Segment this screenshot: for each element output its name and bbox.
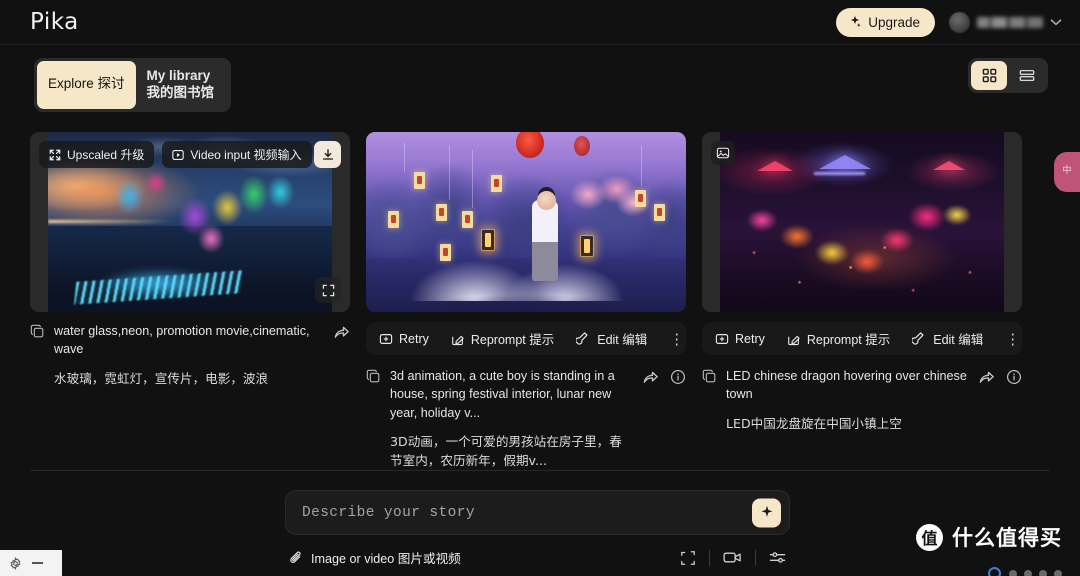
reprompt-label: Reprompt 提示: [806, 333, 891, 347]
card-1-caption-zh: 水玻璃，霓虹灯，宣传片，电影，波浪: [54, 370, 269, 386]
pika-logo: Pika: [30, 9, 79, 35]
share-icon[interactable]: [978, 369, 995, 386]
badge-upscaled-label: Upscaled 升级: [67, 148, 145, 162]
watermark-subrow: [988, 567, 1062, 576]
card-3-thumbnail: [720, 132, 1004, 312]
retry-button[interactable]: Retry: [704, 322, 776, 355]
card-2-caption: 3d animation, a cute boy is standing in …: [366, 367, 686, 471]
divider: [755, 549, 756, 566]
aspect-ratio-icon[interactable]: [680, 550, 696, 566]
prompt-input[interactable]: [302, 504, 733, 521]
more-options-button[interactable]: ⋮: [994, 330, 1031, 348]
card-1-caption: water glass,neon, promotion movie,cinema…: [30, 322, 350, 388]
badge-video-input: Video input 视频输入: [162, 141, 312, 168]
retry-button[interactable]: Retry: [368, 322, 440, 355]
tab-my-library[interactable]: My library 我的图书馆: [136, 61, 228, 109]
edit-label: Edit 编辑: [597, 333, 648, 347]
language-edge-tab[interactable]: 中: [1054, 152, 1080, 192]
info-icon[interactable]: [1006, 369, 1022, 385]
edit-button[interactable]: Edit 编辑: [565, 322, 658, 355]
card-1-caption-en: water glass,neon, promotion movie,cinema…: [54, 324, 310, 357]
prompt-box: [285, 490, 790, 535]
circle-icon: [988, 567, 1001, 576]
pika-app-window: Pika Upgrade Explore 探讨 My library 我的图书馆…: [0, 0, 1080, 576]
retry-label: Retry: [735, 331, 765, 346]
card-3-media[interactable]: [702, 132, 1022, 312]
reprompt-icon: [451, 332, 465, 346]
copy-icon[interactable]: [366, 367, 381, 471]
reprompt-button[interactable]: Reprompt 提示: [776, 322, 901, 355]
expand-icon: [49, 149, 61, 161]
card-3-caption-zh: LED中国龙盘旋在中国小镇上空: [726, 415, 902, 431]
card-3-actions: Retry Reprompt 提示 Edit 编辑 ⋮: [702, 322, 1022, 355]
card-2-caption-zh: 3D动画，一个可爱的男孩站在房子里，春节室内，农历新年，假期v...: [390, 433, 622, 468]
copy-icon[interactable]: [702, 367, 717, 433]
header-right-group: Upgrade: [836, 7, 1062, 37]
card-1-badges: Upscaled 升级 Video input 视频输入: [39, 141, 312, 168]
edit-icon: [912, 331, 927, 346]
card-1: Upscaled 升级 Video input 视频输入 water glass…: [30, 132, 350, 471]
card-2-actions: Retry Reprompt 提示 Edit 编辑 ⋮: [366, 322, 686, 355]
story-composer: Image or video 图片或视频: [285, 490, 790, 567]
card-3: Retry Reprompt 提示 Edit 编辑 ⋮ LED chinese …: [702, 132, 1022, 471]
os-taskbar-corner: [0, 550, 62, 576]
badge-upscaled: Upscaled 升级: [39, 141, 155, 168]
card-2: Retry Reprompt 提示 Edit 编辑 ⋮ 3d animation…: [366, 132, 686, 471]
composer-toolbar: Image or video 图片或视频: [285, 548, 790, 567]
badge-video-input-label: Video input 视频输入: [190, 148, 302, 162]
retry-label: Retry: [399, 331, 429, 346]
download-button[interactable]: [314, 141, 341, 168]
edit-button[interactable]: Edit 编辑: [901, 322, 994, 355]
card-1-media[interactable]: Upscaled 升级 Video input 视频输入: [30, 132, 350, 312]
divider: [709, 549, 710, 566]
settings-sliders-icon[interactable]: [769, 550, 786, 565]
card-1-fullscreen-button[interactable]: [315, 277, 341, 303]
username-redacted: [977, 16, 1043, 28]
share-icon[interactable]: [333, 324, 350, 341]
card-2-thumbnail: [366, 132, 686, 312]
retry-icon: [715, 332, 729, 346]
sparkle-icon: [848, 15, 862, 29]
paperclip-icon: [289, 550, 304, 565]
share-icon[interactable]: [642, 369, 659, 386]
smzdm-watermark: 值 什么值得买: [916, 522, 1062, 552]
image-icon: [711, 141, 735, 165]
video-camera-icon[interactable]: [723, 550, 742, 565]
video-card-grid: Upscaled 升级 Video input 视频输入 water glass…: [30, 132, 1022, 471]
attach-media-button[interactable]: Image or video 图片或视频: [289, 548, 461, 567]
library-tabs: Explore 探讨 My library 我的图书馆: [34, 58, 231, 112]
retry-icon: [379, 332, 393, 346]
card-2-caption-en: 3d animation, a cute boy is standing in …: [390, 369, 615, 420]
view-mode-toggle: [968, 58, 1048, 93]
copy-icon[interactable]: [30, 322, 45, 388]
upgrade-button[interactable]: Upgrade: [836, 7, 935, 37]
card-3-caption: LED chinese dragon hovering over chinese…: [702, 367, 1022, 433]
info-icon[interactable]: [670, 369, 686, 385]
more-options-button[interactable]: ⋮: [658, 330, 695, 348]
reprompt-icon: [787, 332, 801, 346]
upgrade-label: Upgrade: [868, 14, 920, 30]
tab-explore[interactable]: Explore 探讨: [37, 61, 136, 109]
play-icon: [172, 149, 185, 161]
dots-decoration: [1009, 569, 1062, 576]
chevron-down-icon: [1050, 18, 1062, 26]
smzdm-logo-icon: 值: [916, 523, 943, 551]
card-3-caption-en: LED chinese dragon hovering over chinese…: [726, 369, 967, 402]
app-header: Pika Upgrade: [0, 0, 1080, 45]
smzdm-watermark-text: 什么值得买: [952, 526, 1062, 550]
gear-icon[interactable]: [9, 556, 22, 570]
edit-icon: [576, 331, 591, 346]
generate-button[interactable]: [752, 498, 781, 527]
grid-view-button[interactable]: [971, 61, 1007, 90]
attach-label: Image or video 图片或视频: [311, 552, 461, 566]
content-divider: [30, 470, 1050, 471]
user-menu[interactable]: [949, 11, 1062, 33]
edit-label: Edit 编辑: [933, 333, 984, 347]
list-view-button[interactable]: [1009, 61, 1045, 90]
avatar: [949, 11, 970, 33]
reprompt-button[interactable]: Reprompt 提示: [440, 322, 565, 355]
reprompt-label: Reprompt 提示: [470, 333, 555, 347]
minimize-dash-icon[interactable]: [32, 562, 43, 564]
card-2-media[interactable]: [366, 132, 686, 312]
